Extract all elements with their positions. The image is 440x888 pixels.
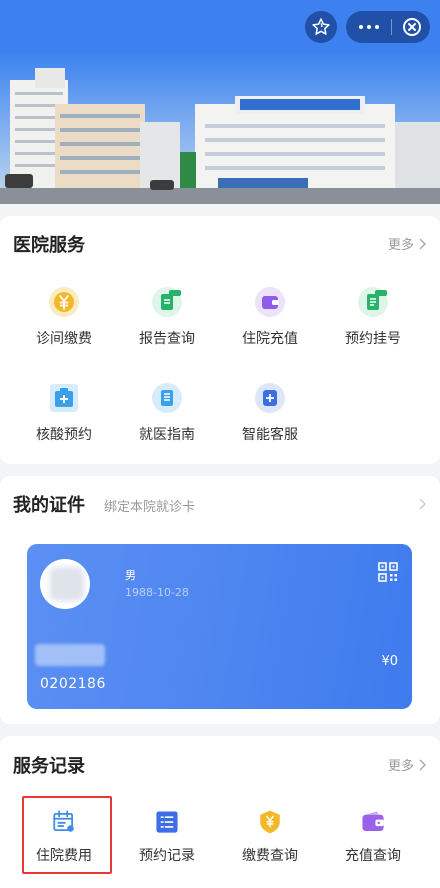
avatar (40, 559, 90, 609)
service-label: 报告查询 (139, 331, 195, 347)
report-icon (152, 287, 182, 317)
star-icon (312, 18, 330, 35)
more-label: 更多 (387, 238, 414, 253)
service-label: 预约挂号 (345, 331, 401, 347)
more-button[interactable] (346, 11, 391, 43)
record-label: 预约记录 (139, 848, 195, 864)
hospital-banner-image (0, 52, 440, 204)
chevron-right-icon (419, 237, 426, 250)
my-documents-title: 我的证件 (13, 495, 85, 516)
wallet-icon (255, 287, 285, 317)
hospital-services-title: 医院服务 (13, 235, 85, 256)
ellipsis-icon (357, 25, 381, 29)
hospital-services-card: 医院服务 更多 诊间缴费 报告查询 住院充值 预约挂号 核酸预约 就医指南 智能… (0, 216, 440, 464)
service-item-report-query[interactable]: 报告查询 (117, 286, 217, 348)
more-label: 更多 (387, 759, 414, 774)
card-number: 0202186 (40, 676, 106, 692)
guide-icon (152, 383, 182, 413)
wallet-icon (362, 811, 384, 831)
record-label: 缴费查询 (242, 848, 298, 864)
service-label: 核酸预约 (36, 427, 92, 443)
chevron-right-icon[interactable] (418, 498, 426, 510)
list-icon (156, 811, 178, 833)
close-button[interactable] (393, 11, 430, 43)
service-item-medical-guide[interactable]: 就医指南 (117, 382, 217, 444)
qr-code-icon[interactable] (378, 562, 398, 582)
medical-kit-icon (50, 384, 78, 412)
appointment-icon (358, 287, 388, 317)
bind-card-hint[interactable]: 绑定本院就诊卡 (104, 496, 195, 515)
service-label: 诊间缴费 (36, 331, 92, 347)
mini-program-capsule (346, 11, 430, 43)
birth-date-text: 1988-10-28 (125, 586, 189, 599)
gender-text: 男 (125, 569, 136, 582)
masked-name (35, 644, 105, 666)
hospital-fee-icon (53, 810, 74, 832)
record-item-inpatient-fee[interactable]: 住院费用 (14, 809, 114, 865)
service-item-inpatient-recharge[interactable]: 住院充值 (220, 286, 320, 348)
favorite-button[interactable] (305, 11, 337, 43)
service-label: 就医指南 (139, 427, 195, 443)
yuan-badge-icon (260, 810, 280, 834)
close-circle-icon (402, 18, 421, 36)
service-records-title: 服务记录 (13, 756, 85, 777)
service-item-clinic-payment[interactable]: 诊间缴费 (14, 286, 114, 348)
record-label: 住院费用 (36, 848, 92, 864)
service-label: 住院充值 (242, 331, 298, 347)
service-item-smart-service[interactable]: 智能客服 (220, 382, 320, 444)
record-label: 充值查询 (345, 848, 401, 864)
top-bar (0, 0, 440, 52)
record-item-appointment-history[interactable]: 预约记录 (117, 809, 217, 865)
chevron-right-icon (419, 758, 426, 771)
service-item-nucleic-acid[interactable]: 核酸预约 (14, 382, 114, 444)
capsule-divider (391, 19, 392, 35)
record-item-payment-query[interactable]: 缴费查询 (220, 809, 320, 865)
hospital-services-more-link[interactable]: 更多 (388, 234, 426, 253)
card-balance: ¥0 (381, 654, 398, 669)
service-records-more-link[interactable]: 更多 (388, 755, 426, 774)
service-records-card: 服务记录 更多 住院费用 预约记录 缴费查询 充值查询 (0, 736, 440, 888)
customer-service-icon (255, 383, 285, 413)
service-item-appointment[interactable]: 预约挂号 (323, 286, 423, 348)
record-item-recharge-query[interactable]: 充值查询 (323, 809, 423, 865)
patient-id-card[interactable]: 男 1988-10-28 ¥0 0202186 (27, 544, 412, 709)
service-label: 智能客服 (242, 427, 298, 443)
yuan-coin-icon (49, 287, 79, 317)
